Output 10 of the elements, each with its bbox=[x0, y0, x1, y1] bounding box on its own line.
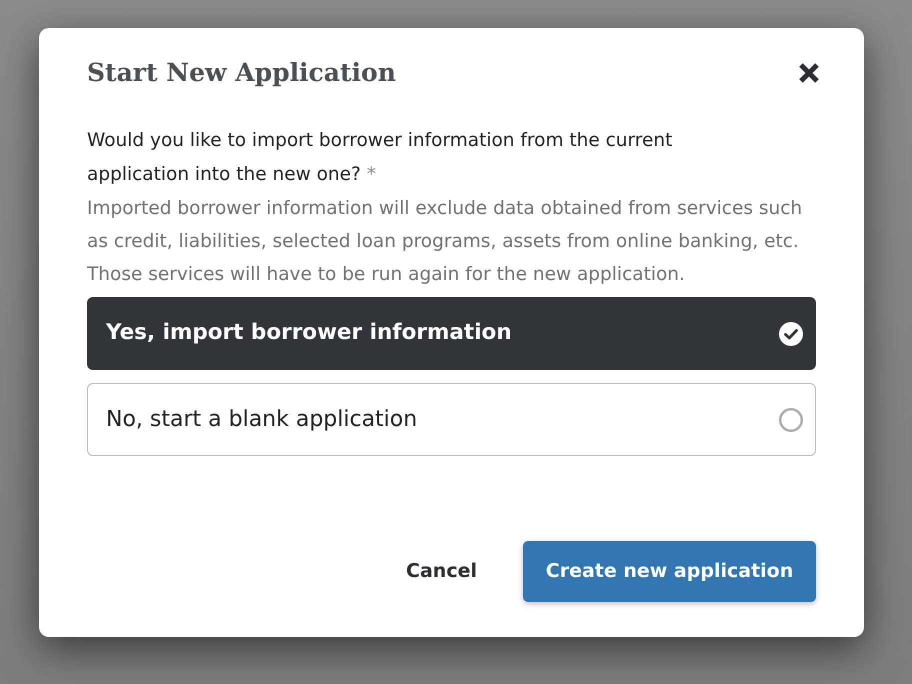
option-card[interactable]: Yes, import borrower information bbox=[87, 297, 816, 370]
radio-icon bbox=[779, 408, 803, 432]
question-text: Would you like to import borrower information from the current application into the new one? * bbox=[87, 129, 674, 187]
dialog-title: Start New Application bbox=[87, 57, 396, 89]
close-icon[interactable] bbox=[798, 62, 820, 84]
check-icon bbox=[779, 322, 803, 346]
cancel-button[interactable]: Cancel bbox=[406, 557, 477, 586]
description-text: Imported borrower information will exclude data obtained from services such as credit, liabilities, selected loan programs, assets from online banking, etc. Those services will have to be run again for the new application. bbox=[87, 197, 804, 287]
create-button[interactable]: Create new application bbox=[523, 541, 816, 602]
option-card[interactable]: No, start a blank application bbox=[87, 383, 816, 456]
